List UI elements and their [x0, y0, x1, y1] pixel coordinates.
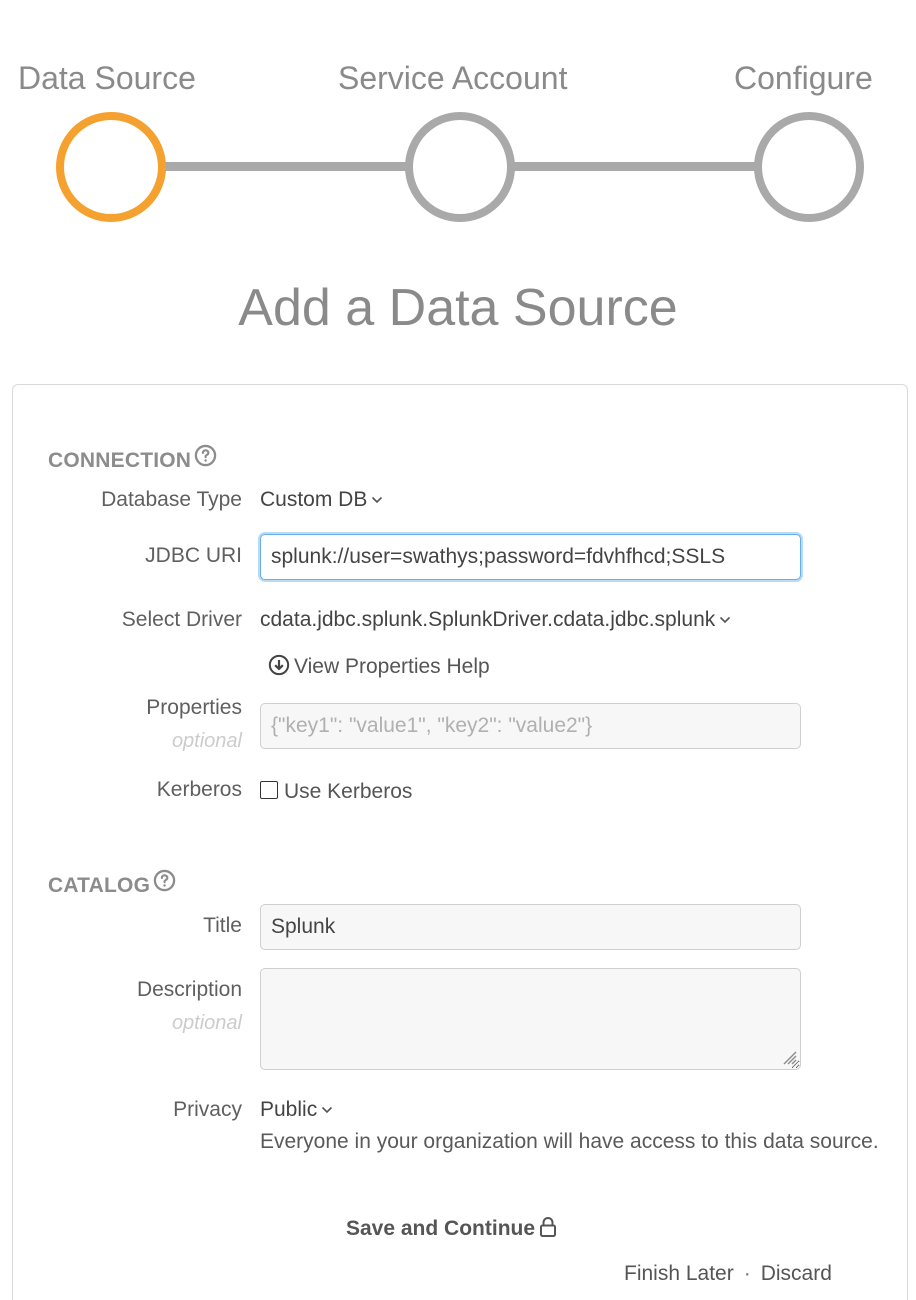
- select-driver-value: cdata.jdbc.splunk.SplunkDriver.cdata.jdb…: [260, 608, 716, 631]
- use-kerberos-checkbox-row[interactable]: Use Kerberos: [260, 778, 412, 806]
- title-input[interactable]: [260, 904, 801, 950]
- kerberos-label: Kerberos: [156, 778, 242, 801]
- database-type-dropdown[interactable]: Custom DB: [260, 486, 383, 514]
- footer-links: Finish Later · Discard: [624, 1260, 832, 1288]
- catalog-section-heading: CATALOG: [48, 869, 176, 900]
- chevron-down-icon: [719, 605, 731, 633]
- properties-input[interactable]: [260, 703, 801, 749]
- add-data-source-page: Data Source Service Account Configure Ad…: [0, 0, 916, 1300]
- connection-section-heading: CONNECTION: [48, 444, 217, 475]
- save-and-continue-label: Save and Continue: [346, 1217, 536, 1240]
- connection-heading-label: CONNECTION: [48, 449, 192, 472]
- description-optional-label: optional: [171, 1012, 242, 1034]
- step-label-service-account: Service Account: [338, 60, 568, 96]
- step-connector: [514, 162, 756, 171]
- chevron-down-icon: [371, 485, 383, 513]
- view-properties-help-text: View Properties Help: [294, 655, 490, 678]
- catalog-heading-label: CATALOG: [48, 874, 151, 897]
- database-type-value: Custom DB: [260, 488, 368, 511]
- database-type-label: Database Type: [101, 488, 242, 511]
- finish-later-link[interactable]: Finish Later: [624, 1262, 734, 1285]
- privacy-description: Everyone in your organization will have …: [260, 1130, 879, 1153]
- save-and-continue-button[interactable]: Save and Continue: [346, 1215, 557, 1243]
- select-driver-label: Select Driver: [121, 608, 242, 631]
- arrow-down-circle-icon: [268, 655, 294, 678]
- chevron-down-icon: [321, 1095, 333, 1123]
- step-connector: [164, 162, 406, 171]
- description-label: Description: [136, 978, 242, 1001]
- page-title: Add a Data Source: [238, 279, 678, 337]
- step-circle-data-source: [56, 112, 166, 222]
- jdbc-uri-label: JDBC URI: [145, 544, 242, 567]
- privacy-dropdown[interactable]: Public: [260, 1096, 333, 1124]
- resize-grip-icon[interactable]: [778, 1046, 798, 1071]
- use-kerberos-checkbox[interactable]: [260, 781, 278, 800]
- title-label: Title: [203, 914, 242, 937]
- view-properties-help-link[interactable]: View Properties Help: [268, 653, 490, 681]
- discard-link[interactable]: Discard: [761, 1262, 832, 1285]
- question-circle-icon[interactable]: [153, 869, 176, 900]
- description-textarea[interactable]: [260, 968, 801, 1070]
- step-label-data-source: Data Source: [18, 60, 196, 96]
- step-circle-configure: [754, 112, 864, 222]
- separator-dot: ·: [743, 1262, 751, 1285]
- question-circle-icon[interactable]: [194, 444, 217, 475]
- properties-label: Properties: [146, 696, 242, 719]
- privacy-label: Privacy: [173, 1098, 242, 1121]
- step-circle-service-account: [405, 112, 515, 222]
- jdbc-uri-input[interactable]: [260, 534, 801, 580]
- data-source-form-card: [12, 384, 908, 1300]
- privacy-value: Public: [260, 1098, 318, 1121]
- use-kerberos-label: Use Kerberos: [284, 780, 413, 803]
- step-label-configure: Configure: [734, 60, 873, 96]
- select-driver-dropdown[interactable]: cdata.jdbc.splunk.SplunkDriver.cdata.jdb…: [260, 606, 731, 634]
- properties-optional-label: optional: [171, 730, 242, 752]
- lock-icon: [535, 1216, 557, 1240]
